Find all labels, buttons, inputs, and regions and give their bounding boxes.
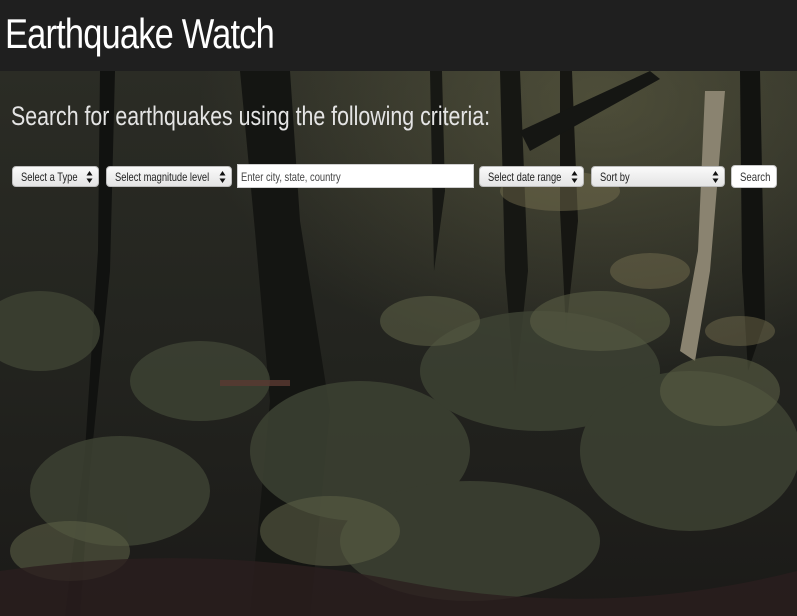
search-panel: Search for earthquakes using the followi…	[0, 71, 797, 616]
magnitude-select[interactable]: Select magnitude level	[106, 166, 232, 187]
magnitude-select-value: Select magnitude level	[115, 170, 210, 184]
page: Earthquake Watch Search for earthquakes …	[0, 0, 797, 616]
up-down-arrows-icon	[571, 171, 578, 183]
search-button-label: Search	[740, 170, 771, 184]
sort-select-value: Sort by	[600, 170, 630, 184]
search-criteria-bar: Select a Type Select magnitude level Ent…	[0, 164, 797, 188]
sort-select[interactable]: Sort by	[591, 166, 725, 187]
location-input[interactable]: Enter city, state, country	[237, 164, 474, 188]
date-range-select-value: Select date range	[488, 170, 562, 184]
type-select-value: Select a Type	[21, 170, 78, 184]
up-down-arrows-icon	[219, 171, 226, 183]
location-input-placeholder: Enter city, state, country	[241, 170, 341, 184]
date-range-select[interactable]: Select date range	[479, 166, 584, 187]
search-prompt: Search for earthquakes using the followi…	[11, 101, 490, 131]
header-bar: Earthquake Watch	[0, 0, 797, 71]
type-select[interactable]: Select a Type	[12, 166, 99, 187]
up-down-arrows-icon	[86, 171, 93, 183]
up-down-arrows-icon	[712, 171, 719, 183]
search-button[interactable]: Search	[731, 165, 777, 188]
app-title: Earthquake Watch	[5, 10, 275, 57]
